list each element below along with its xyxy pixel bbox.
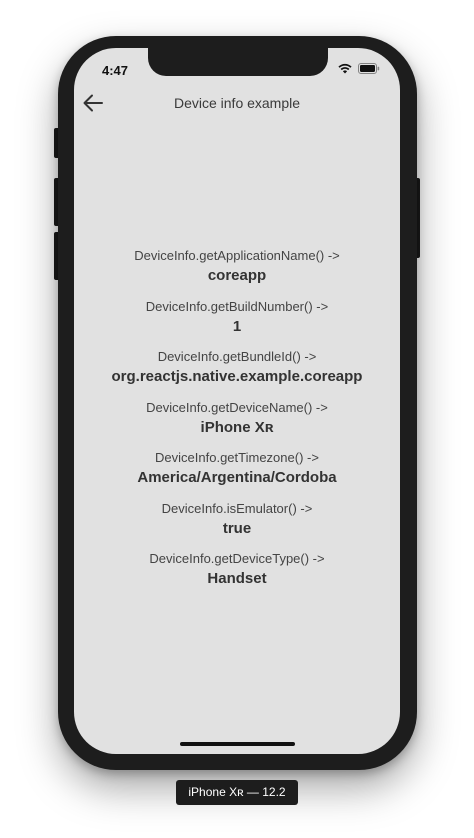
info-value: 1	[232, 317, 242, 335]
device-screen: 4:47 Device info example DeviceInfo.getA…	[74, 48, 400, 754]
home-indicator[interactable]	[180, 742, 295, 746]
info-label: DeviceInfo.getBundleId() ->	[157, 349, 317, 364]
info-value: iPhone Xʀ	[200, 418, 274, 436]
info-item-timezone: DeviceInfo.getTimezone() -> America/Arge…	[74, 449, 400, 500]
info-label: DeviceInfo.getBuildNumber() ->	[145, 298, 329, 314]
device-caption: iPhone Xʀ — 12.2	[176, 780, 298, 805]
wifi-icon	[338, 63, 352, 74]
info-item-is-emulator: DeviceInfo.isEmulator() -> true	[74, 500, 400, 551]
status-icons	[338, 63, 380, 74]
info-item-application-name: DeviceInfo.getApplicationName() -> corea…	[74, 247, 400, 298]
info-item-build-number: DeviceInfo.getBuildNumber() -> 1	[74, 298, 400, 349]
info-value: America/Argentina/Cordoba	[137, 469, 337, 486]
info-label: DeviceInfo.getApplicationName() ->	[134, 248, 340, 263]
info-label: DeviceInfo.getDeviceName() ->	[146, 399, 328, 415]
page-title: Device info example	[173, 95, 301, 111]
info-item-device-type: DeviceInfo.getDeviceType() -> Handset	[74, 550, 400, 601]
battery-icon	[358, 63, 380, 74]
notch	[148, 48, 328, 76]
info-value: Handset	[207, 570, 267, 587]
info-label: DeviceInfo.getDeviceType() ->	[149, 551, 325, 566]
info-label: DeviceInfo.getTimezone() ->	[155, 450, 319, 465]
status-time: 4:47	[102, 63, 129, 78]
info-value: true	[222, 519, 252, 537]
info-value: org.reactjs.native.example.coreapp	[111, 368, 363, 385]
info-item-device-name: DeviceInfo.getDeviceName() -> iPhone Xʀ	[74, 399, 400, 450]
info-item-bundle-id: DeviceInfo.getBundleId() -> org.reactjs.…	[74, 348, 400, 399]
info-value: coreapp	[207, 267, 267, 284]
navigation-header: Device info example	[74, 88, 400, 118]
info-label: DeviceInfo.isEmulator() ->	[161, 500, 313, 516]
device-info-list: DeviceInfo.getApplicationName() -> corea…	[74, 247, 400, 601]
